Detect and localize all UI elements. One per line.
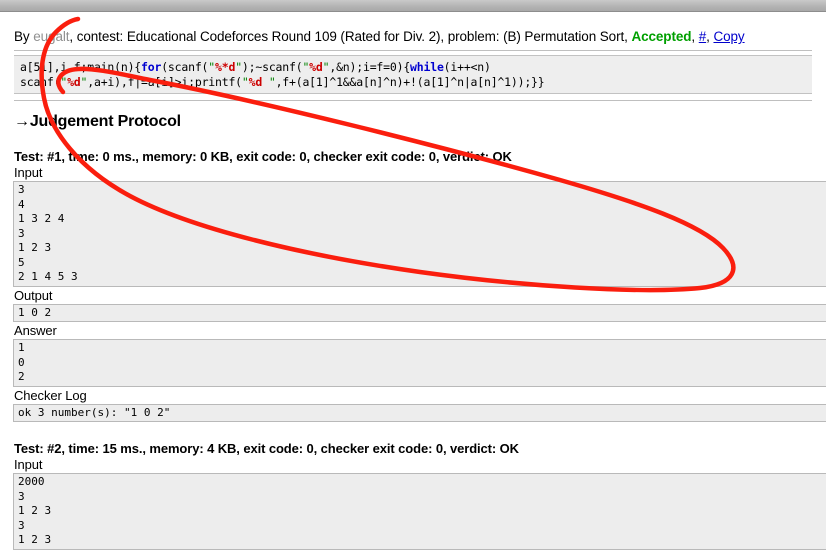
- code-line-2: scanf("%d",a+i),f|=a[i]>i;printf("%d ",f…: [20, 75, 545, 89]
- test-header-1: Test: #1, time: 0 ms., memory: 0 KB, exi…: [14, 149, 512, 164]
- browser-chrome-bar: [0, 0, 826, 12]
- byline-prefix: By: [14, 29, 34, 44]
- code-keyword-for: for: [141, 60, 162, 74]
- submission-byline: By eugalt, contest: Educational Codeforc…: [14, 12, 812, 50]
- copy-link[interactable]: Copy: [713, 29, 744, 44]
- field-label-input-2: Input: [14, 457, 43, 472]
- field-label-output: Output: [14, 287, 53, 303]
- code-string-quote: ": [241, 75, 249, 89]
- code-text: (i++<n): [443, 60, 491, 74]
- code-format-spec: %d: [248, 75, 269, 89]
- code-text: );~scanf(: [241, 60, 303, 74]
- submission-page: By eugalt, contest: Educational Codeforc…: [0, 12, 826, 181]
- test-1-checker-box[interactable]: ok 3 number(s): "1 0 2": [13, 403, 826, 422]
- source-code-block[interactable]: a[51],i,f;main(n){for(scanf("%*d");~scan…: [14, 55, 812, 94]
- page-title: →Judgement Protocol: [14, 113, 812, 131]
- code-line-1: a[51],i,f;main(n){for(scanf("%*d");~scan…: [20, 60, 491, 74]
- byline-sep-1: ,: [691, 29, 699, 44]
- test-1-input-box[interactable]: 3 4 1 3 2 4 3 1 2 3 5 2 1 4 5 3: [13, 181, 826, 287]
- code-text: a[51],i,f;main(n){: [20, 60, 142, 74]
- code-format-spec: %d: [67, 75, 81, 89]
- code-format-spec: %*d: [215, 60, 236, 74]
- test-1-output-section: Output: [0, 288, 826, 304]
- code-text: ,f+(a[1]^1&&a[n]^n)+!(a[1]^n|a[n]^1));}}: [275, 75, 545, 89]
- code-text: scanf(: [20, 75, 61, 89]
- byline-divider: [14, 50, 812, 51]
- status-badge: Accepted: [631, 29, 692, 44]
- code-string-quote: ": [235, 60, 242, 74]
- byline-contest-problem: , contest: Educational Codeforces Round …: [69, 29, 632, 44]
- code-string-quote: ": [208, 60, 216, 74]
- code-format-spec: %d: [309, 60, 323, 74]
- test-2-input-box[interactable]: 2000 3 1 2 3 3 1 2 3: [13, 473, 826, 550]
- test-header-2: Test: #2, time: 15 ms., memory: 4 KB, ex…: [14, 441, 519, 456]
- test-1-output-box[interactable]: 1 0 2: [13, 303, 826, 322]
- field-label-input: Input: [14, 165, 43, 180]
- arrow-icon: →: [14, 113, 30, 130]
- code-keyword-while: while: [410, 60, 444, 74]
- field-label-checker-log: Checker Log: [14, 387, 87, 403]
- field-label-answer: Answer: [14, 323, 57, 338]
- code-string-quote: ": [268, 75, 276, 89]
- page-title-label: Judgement Protocol: [29, 113, 181, 130]
- test-1-checker-section: Checker Log: [0, 388, 826, 404]
- code-text: ,a+i),f|=a[i]>i;printf(: [87, 75, 242, 89]
- test-2-section: Test: #2, time: 15 ms., memory: 4 KB, ex…: [0, 441, 826, 473]
- test-1-answer-box[interactable]: 1 0 2: [13, 339, 826, 387]
- test-1-answer-section: Answer: [0, 323, 826, 339]
- code-text: ,&n);i=f=0){: [329, 60, 411, 74]
- code-divider: [14, 100, 812, 101]
- code-text: (scanf(: [161, 60, 209, 74]
- author-handle[interactable]: eugalt: [33, 29, 69, 44]
